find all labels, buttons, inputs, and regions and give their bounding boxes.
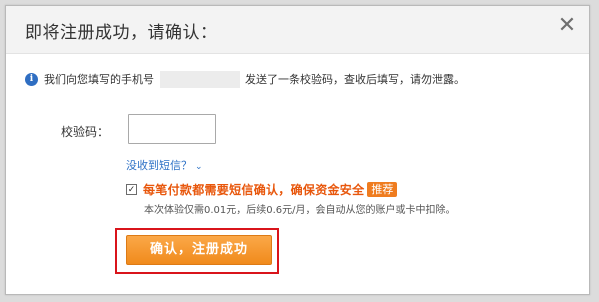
info-message-suffix: 发送了一条校验码，查收后填写，请勿泄露。	[245, 73, 465, 86]
info-icon: i	[25, 72, 38, 86]
sms-confirm-checkbox[interactable]: ✓	[126, 184, 137, 195]
info-message: i 我们向您填写的手机号 发送了一条校验码，查收后填写，请勿泄露。	[25, 70, 465, 88]
sms-confirm-option: ✓ 每笔付款都需要短信确认，确保资金安全 推荐	[126, 181, 398, 198]
sms-confirm-label: 每笔付款都需要短信确认，确保资金安全	[143, 183, 365, 197]
close-icon[interactable]: ✕	[555, 14, 579, 38]
sms-fee-note: 本次体验仅需0.01元，后续0.6元/月，会自动从您的账户或卡中扣除。	[144, 205, 456, 216]
register-confirm-dialog: 即将注册成功，请确认： ✕ i 我们向您填写的手机号 发送了一条校验码，查收后填…	[5, 5, 590, 295]
dialog-header: 即将注册成功，请确认： ✕	[6, 6, 589, 54]
confirm-register-button[interactable]: 确认，注册成功	[126, 235, 272, 265]
no-sms-link[interactable]: 没收到短信？ ⌄	[126, 157, 203, 173]
info-message-prefix: 我们向您填写的手机号	[44, 73, 154, 86]
verification-code-label: 校验码：	[61, 125, 110, 139]
no-sms-link-label: 没收到短信？	[126, 159, 192, 172]
recommended-badge: 推荐	[367, 182, 398, 197]
chevron-down-icon: ⌄	[195, 162, 203, 172]
masked-phone-number	[160, 70, 240, 88]
verification-code-input[interactable]	[128, 114, 216, 144]
dialog-title: 即将注册成功，请确认：	[25, 23, 218, 43]
